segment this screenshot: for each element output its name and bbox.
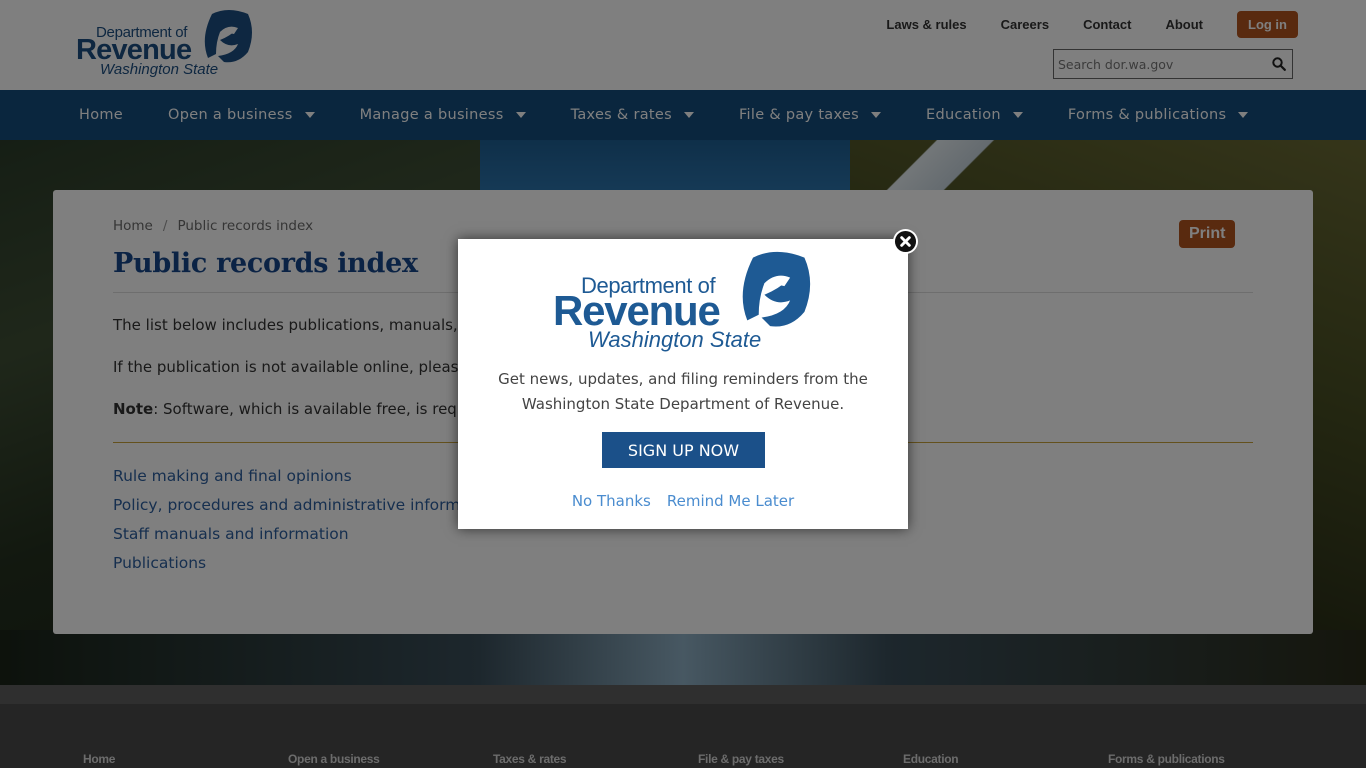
- modal-dor-logo: Department of Revenue Washington State: [553, 249, 813, 355]
- remind-me-later-link[interactable]: Remind Me Later: [667, 492, 794, 510]
- modal-close-button[interactable]: [893, 229, 918, 254]
- newsletter-signup-modal: Department of Revenue Washington State G…: [458, 239, 908, 529]
- modal-message-line1: Get news, updates, and filing reminders …: [498, 370, 868, 388]
- close-icon: [894, 230, 917, 253]
- modal-message: Get news, updates, and filing reminders …: [458, 367, 908, 417]
- modal-secondary-actions: No Thanks Remind Me Later: [458, 492, 908, 510]
- modal-message-line2: Washington State Department of Revenue.: [521, 395, 845, 413]
- modal-logo-mark-icon: [742, 251, 811, 327]
- no-thanks-link[interactable]: No Thanks: [572, 492, 651, 510]
- sign-up-now-button[interactable]: SIGN UP NOW: [602, 432, 765, 468]
- modal-logo-line3: Washington State: [588, 327, 762, 352]
